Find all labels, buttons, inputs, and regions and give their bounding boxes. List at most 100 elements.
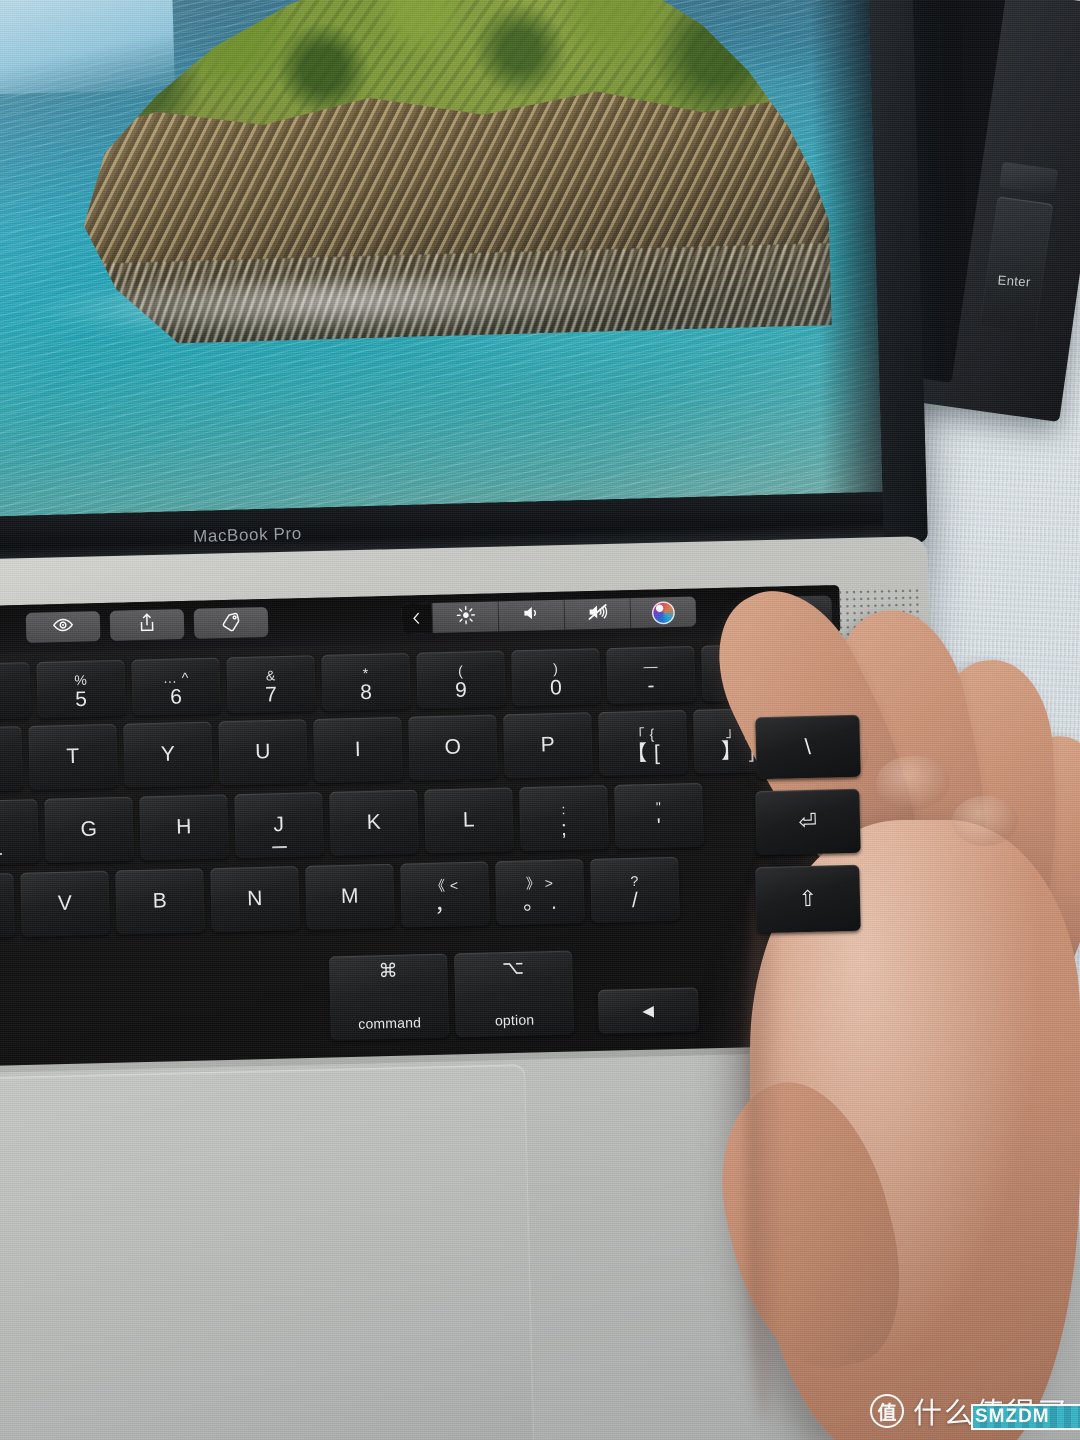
brightness-icon: [455, 604, 476, 629]
number-key-5[interactable]: % 5: [36, 659, 126, 719]
number-key-6[interactable]: … ^ 6: [131, 657, 221, 716]
siri-icon: [651, 600, 676, 625]
key-label: H: [175, 815, 193, 839]
tag-icon-button[interactable]: [193, 606, 269, 639]
key-label-upper: ": [655, 798, 662, 815]
command-key[interactable]: ⌘ command: [329, 953, 450, 1041]
number-key--[interactable]: — -: [606, 645, 696, 705]
letter-key-h[interactable]: H: [139, 794, 229, 861]
backslash-key-glyph: \: [804, 733, 812, 760]
siri-icon-button[interactable]: [629, 596, 697, 629]
watermark-redaction-overlay: SMZDM: [970, 1404, 1080, 1430]
eye-icon: [52, 613, 75, 641]
key-label: I: [354, 737, 362, 762]
key-label: B: [152, 889, 168, 913]
letter-key-o[interactable]: O: [408, 714, 498, 781]
letter-key-;[interactable]: :;: [519, 785, 609, 852]
arrow-left-key[interactable]: ◀: [597, 987, 699, 1034]
letter-key-m[interactable]: M: [305, 863, 395, 930]
letter-key-l[interactable]: L: [424, 787, 514, 854]
home-row-bump: [0, 852, 3, 856]
key-label-lower: 5: [74, 687, 88, 711]
mute-icon-button[interactable]: [563, 598, 631, 630]
key-label-lower: 。 .: [522, 890, 558, 915]
letter-key-f[interactable]: F: [0, 799, 39, 866]
expand-chevron-icon-button[interactable]: [401, 602, 433, 634]
touch-bar-app-buttons: [25, 606, 269, 643]
letter-key-/[interactable]: ? /: [590, 856, 680, 923]
letter-key-，[interactable]: 《 <，: [400, 861, 490, 928]
letter-key-g[interactable]: G: [44, 796, 134, 863]
key-label-lower: ': [656, 814, 662, 838]
hand: [690, 560, 1080, 1440]
key-label-lower: 7: [264, 682, 278, 706]
number-key-8[interactable]: * 8: [321, 652, 411, 712]
watermark: 值 什么值得买 SMZDM: [869, 1390, 1080, 1432]
number-key-0[interactable]: ) 0: [511, 648, 601, 707]
keyboard-modifier-row[interactable]: ⌘ command ⌥ option ◀: [329, 948, 699, 1041]
key-label: U: [254, 740, 272, 764]
backslash-key[interactable]: \: [755, 714, 861, 780]
number-key-7[interactable]: & 7: [226, 655, 316, 714]
key-label-lower: 8: [359, 680, 373, 704]
key-label: O: [444, 735, 462, 759]
key-label: P: [540, 733, 556, 757]
option-glyph: ⌥: [501, 957, 525, 980]
knuckle: [952, 796, 1018, 846]
letter-key-i[interactable]: I: [313, 716, 403, 784]
background-enter-key-label: Enter: [997, 272, 1032, 290]
brightness-icon-button[interactable]: [431, 601, 499, 633]
home-row-bump: [272, 845, 288, 849]
key-label: L: [462, 808, 476, 832]
key-label-upper: 》 >: [525, 874, 554, 892]
number-key-9[interactable]: (9: [416, 650, 506, 709]
knuckle: [876, 756, 950, 810]
key-label-lower: ;: [560, 816, 568, 840]
return-key[interactable]: ⏎: [755, 788, 861, 856]
trackpad[interactable]: [0, 1064, 535, 1440]
key-label: N: [246, 886, 264, 911]
key-label: M: [340, 884, 360, 909]
key-label-upper: 《 <: [430, 876, 459, 894]
volume-icon-button[interactable]: [497, 599, 565, 632]
letter-key-n[interactable]: N: [210, 866, 300, 933]
key-label-upper: :: [561, 800, 567, 817]
letter-key-t[interactable]: T: [28, 723, 118, 791]
return-key-glyph: ⏎: [798, 808, 818, 835]
key-label-upper: (: [457, 662, 464, 679]
key-label-lower: /: [631, 888, 639, 912]
key-label: V: [57, 891, 73, 915]
letter-key-p[interactable]: P: [503, 712, 593, 779]
share-icon-button[interactable]: [109, 609, 185, 641]
preview-icon-button[interactable]: [25, 611, 101, 643]
letter-key-b[interactable]: B: [115, 868, 205, 935]
key-label: Y: [160, 742, 176, 766]
shift-key[interactable]: ⇧: [755, 864, 861, 934]
key-label: J: [273, 813, 285, 837]
macbook-lid: MacBook Pro: [0, 0, 928, 570]
arrow-left-icon: ◀: [642, 1002, 655, 1020]
letter-key-r[interactable]: R: [0, 726, 23, 793]
option-key[interactable]: ⌥ option: [453, 950, 575, 1038]
key-label: K: [366, 810, 382, 835]
key-label-upper: … ^: [162, 668, 190, 686]
letter-key-j[interactable]: J: [234, 792, 324, 859]
mute-icon: [586, 600, 609, 628]
key-label-lower: ，: [434, 892, 457, 917]
key-label-upper: —: [643, 657, 659, 674]
number-key-4[interactable]: ¥ $4: [0, 662, 31, 721]
volume-icon: [521, 602, 543, 629]
key-label-lower: 【 [: [625, 741, 661, 765]
key-label: G: [80, 817, 98, 842]
letter-key-。 .[interactable]: 》 >。 .: [495, 859, 585, 926]
key-label-upper: &: [265, 666, 276, 683]
letter-key-k[interactable]: K: [329, 789, 419, 856]
letter-key-y[interactable]: Y: [123, 721, 213, 788]
letter-key-u[interactable]: U: [218, 719, 308, 786]
hand-shadow-edge: [746, 860, 782, 1420]
letter-key-【 [[interactable]: 「 {【 [: [598, 709, 688, 777]
key-label-upper: ?: [630, 872, 640, 889]
key-label-upper: *: [362, 664, 369, 681]
letter-key-c[interactable]: C: [0, 873, 15, 940]
letter-key-v[interactable]: V: [20, 870, 110, 937]
